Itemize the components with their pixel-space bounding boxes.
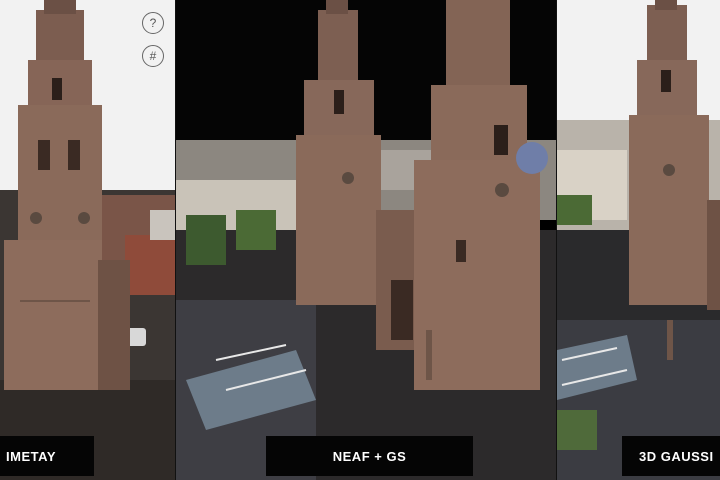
panel-3d-gaussian bbox=[557, 0, 720, 480]
grid-icon: # bbox=[149, 49, 157, 63]
panel-nerf-gs-render bbox=[176, 0, 556, 480]
help-icon: ? bbox=[149, 16, 157, 30]
help-button[interactable]: ? bbox=[142, 12, 164, 34]
panel-nerf-gs bbox=[176, 0, 556, 480]
panel-label-nerf-gs: NEAF + GS bbox=[266, 436, 473, 476]
grid-button[interactable]: # bbox=[142, 45, 164, 67]
comparison-stage: ? # IMETAY NEAF + GS 3D GAUSSI bbox=[0, 0, 720, 480]
panel-3d-gaussian-render bbox=[557, 0, 720, 480]
panel-label-metay: IMETAY bbox=[0, 436, 94, 476]
panel-label-3d-gaussian: 3D GAUSSI bbox=[622, 436, 720, 476]
panel-metay-render bbox=[0, 0, 175, 480]
panel-metay: ? # bbox=[0, 0, 175, 480]
